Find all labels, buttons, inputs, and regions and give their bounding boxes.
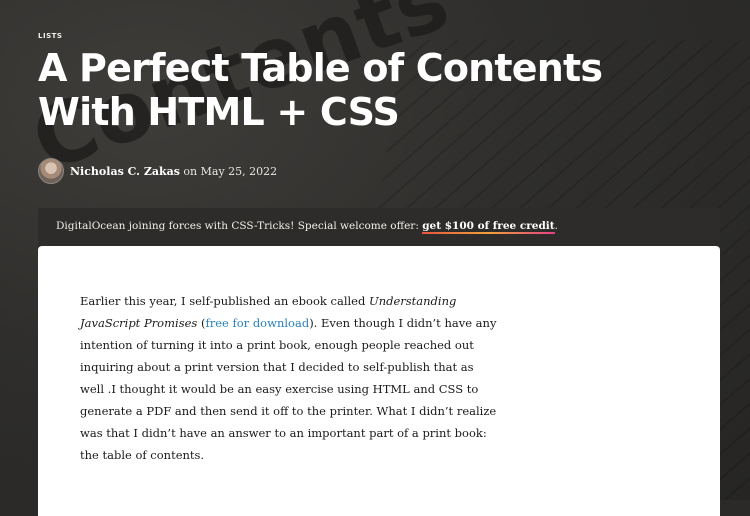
promo-link[interactable]: get $100 of free credit bbox=[422, 220, 555, 234]
promo-text: DigitalOcean joining forces with CSS-Tri… bbox=[56, 220, 423, 232]
page-title: A Perfect Table of Contents With HTML + … bbox=[38, 46, 603, 134]
byline: Nicholas C. Zakas on May 25, 2022 bbox=[38, 158, 277, 184]
category-link[interactable]: LISTS bbox=[38, 32, 62, 40]
date-prefix: on bbox=[183, 164, 198, 178]
article-paragraph: Earlier this year, I self-published an e… bbox=[80, 290, 500, 466]
author-name[interactable]: Nicholas C. Zakas bbox=[70, 165, 180, 178]
download-link[interactable]: free for download bbox=[205, 316, 309, 330]
article-text-1: Earlier this year, I self-published an e… bbox=[80, 294, 369, 308]
author-avatar[interactable] bbox=[38, 158, 64, 184]
promo-suffix: . bbox=[554, 220, 558, 232]
article-text-3: ). Even though I didn’t have any intenti… bbox=[80, 316, 497, 462]
publish-date: May 25, 2022 bbox=[200, 164, 278, 178]
article-card: Earlier this year, I self-published an e… bbox=[38, 246, 720, 516]
promo-banner: DigitalOcean joining forces with CSS-Tri… bbox=[38, 208, 720, 246]
